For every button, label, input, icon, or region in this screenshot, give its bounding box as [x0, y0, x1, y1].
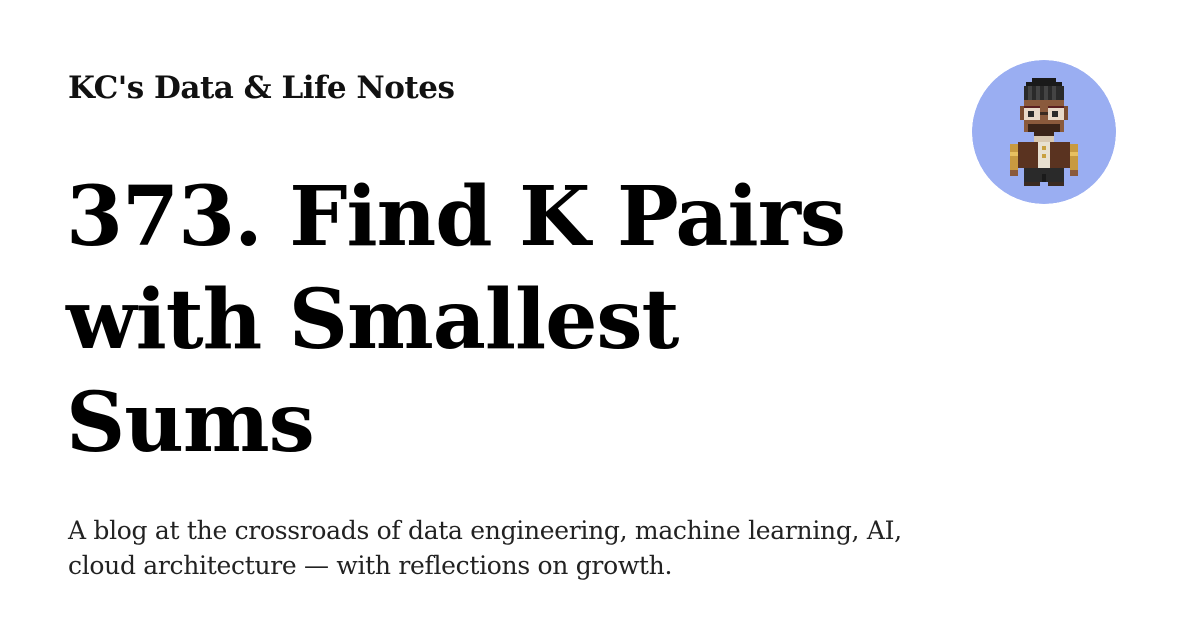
post-title: 373. Find K Pairs with Smallest Sums	[66, 169, 846, 471]
author-avatar	[972, 60, 1116, 204]
site-name[interactable]: KC's Data & Life Notes	[68, 68, 455, 108]
pixel-art-person-avatar-icon	[972, 60, 1116, 204]
site-tagline: A blog at the crossroads of data enginee…	[68, 516, 902, 580]
